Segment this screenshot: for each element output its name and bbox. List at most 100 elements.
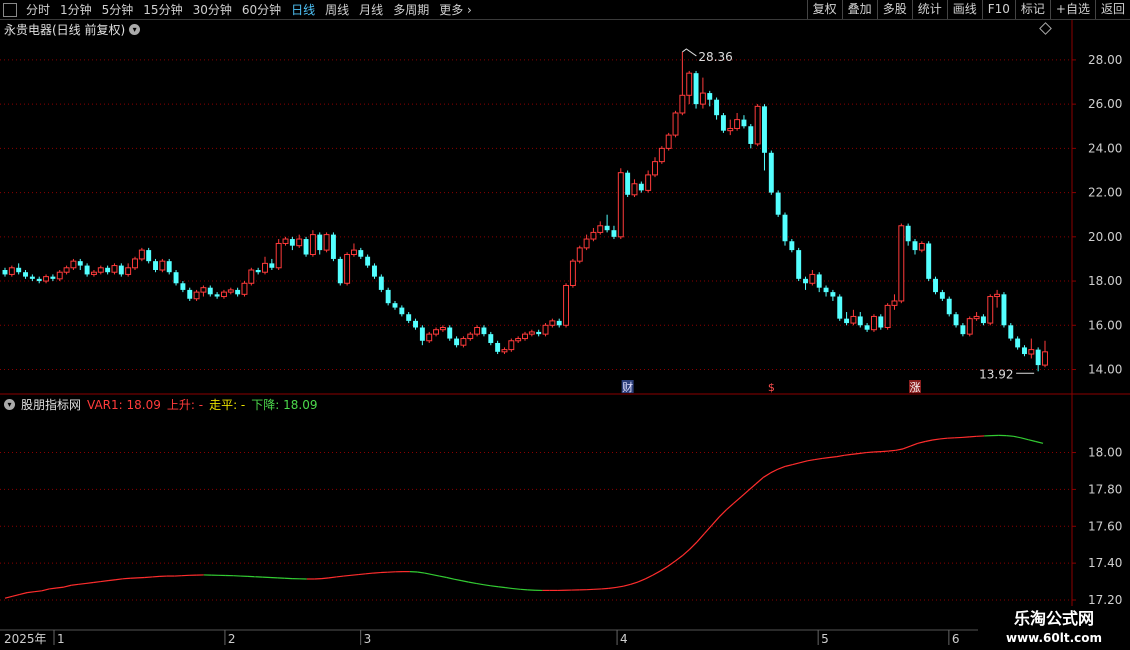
- period-more-label: 更多: [439, 3, 464, 17]
- candle-body: [912, 241, 918, 251]
- candle-body: [597, 225, 604, 233]
- var1-segment: [733, 496, 742, 504]
- candle-body: [495, 342, 501, 352]
- candle-body: [227, 289, 234, 293]
- candle-body: [323, 234, 330, 251]
- candle-body: [166, 261, 172, 273]
- back-button[interactable]: 返回: [1094, 0, 1130, 19]
- candle-body: [699, 92, 706, 105]
- var1-segment: [902, 445, 911, 450]
- period-1min[interactable]: 1分钟: [55, 1, 97, 18]
- adjust-button[interactable]: 复权: [806, 0, 842, 19]
- var1-segment: [755, 476, 764, 485]
- candle-body: [146, 250, 152, 262]
- var1-segment: [468, 581, 477, 585]
- candle-body: [235, 289, 241, 295]
- var1-segment: [718, 509, 727, 518]
- candle-body: [803, 278, 808, 284]
- candle-body: [994, 293, 1001, 298]
- candle-body: [454, 338, 460, 346]
- price-tick-label: 22.00: [1088, 186, 1122, 200]
- period-5min[interactable]: 5分钟: [97, 1, 139, 18]
- candle-body: [358, 250, 364, 257]
- candle-body: [884, 304, 891, 328]
- period-weekly[interactable]: 周线: [320, 1, 354, 18]
- indicator-up: 上升: -: [166, 398, 204, 412]
- chevron-right-icon: ›: [467, 3, 472, 17]
- event-marker-bg: [621, 380, 634, 393]
- var1-segment: [703, 524, 713, 535]
- var1-segment: [122, 577, 131, 580]
- var1-segment: [711, 516, 720, 526]
- var1-segment: [4, 595, 13, 599]
- var1-segment: [623, 583, 631, 587]
- candle-body: [460, 338, 467, 346]
- candle-body: [796, 250, 802, 279]
- period-30min[interactable]: 30分钟: [188, 1, 237, 18]
- period-more[interactable]: 更多 ›: [434, 1, 477, 18]
- candle-body: [138, 249, 145, 260]
- period-toolbar: 分时 1分钟 5分钟 15分钟 30分钟 60分钟 日线 周线 月线 多周期 更…: [0, 0, 1130, 20]
- candle-body: [77, 261, 83, 266]
- var1-segment: [1028, 439, 1036, 443]
- statistics-button[interactable]: 统计: [911, 0, 947, 19]
- candle-body: [317, 234, 323, 251]
- price-tick-label: 24.00: [1088, 141, 1122, 155]
- mark-button[interactable]: 标记: [1014, 0, 1050, 19]
- candle-body: [474, 327, 481, 335]
- high-label: 28.36: [698, 50, 732, 64]
- var1-segment: [829, 456, 837, 459]
- candle-body: [528, 331, 535, 335]
- candle-body: [939, 292, 945, 299]
- chart-svg[interactable]: 28.00 26.00 24.00 22.00 20.00 18.00 16.00 14.00…: [0, 0, 1130, 650]
- period-multi[interactable]: 多周期: [388, 1, 434, 18]
- var1-segment: [895, 448, 904, 451]
- candle-body: [50, 276, 56, 279]
- candle-body: [953, 314, 959, 326]
- var1-segment: [1006, 434, 1014, 437]
- chevron-down-icon[interactable]: ▾: [4, 399, 15, 410]
- candle-body: [857, 316, 863, 326]
- draw-line-button[interactable]: 画线: [946, 0, 982, 19]
- candle-body: [809, 273, 816, 284]
- candle-body: [536, 331, 542, 335]
- candle-body: [542, 324, 549, 335]
- candlestick-series: [2, 51, 1048, 372]
- candle-body: [481, 327, 487, 335]
- f10-button[interactable]: F10: [981, 0, 1015, 19]
- var1-segment: [792, 462, 801, 466]
- period-15min[interactable]: 15分钟: [138, 1, 187, 18]
- var1-segment: [520, 588, 528, 591]
- var1-segment: [49, 587, 57, 590]
- period-intraday[interactable]: 分时: [21, 1, 55, 18]
- var1-segment: [446, 576, 455, 580]
- var1-segment: [637, 578, 646, 583]
- overlay-button[interactable]: 叠加: [841, 0, 877, 19]
- candle-body: [926, 243, 932, 279]
- var1-segment: [483, 584, 491, 587]
- indicator-name[interactable]: 股朋指标网: [21, 396, 81, 413]
- candle-body: [576, 247, 583, 262]
- diamond-icon[interactable]: [1039, 22, 1052, 35]
- candle-body: [399, 307, 405, 315]
- chevron-down-icon[interactable]: ▾: [129, 24, 141, 35]
- menu-icon[interactable]: [3, 2, 17, 17]
- indicator-tick-label: 17.40: [1088, 556, 1122, 570]
- indicator-tick-label: 18.00: [1088, 446, 1122, 460]
- var1-segment: [93, 580, 101, 584]
- add-watchlist-button[interactable]: +自选: [1049, 0, 1095, 19]
- period-monthly[interactable]: 月线: [354, 1, 388, 18]
- period-daily[interactable]: 日线: [286, 1, 320, 18]
- candle-body: [344, 254, 351, 284]
- candle-body: [707, 93, 713, 100]
- candle-body: [672, 112, 679, 136]
- candle-body: [125, 267, 132, 275]
- candle-body: [625, 172, 631, 195]
- multi-stock-button[interactable]: 多股: [876, 0, 912, 19]
- candle-body: [406, 314, 412, 321]
- candle-body: [720, 115, 726, 131]
- candle-body: [248, 269, 255, 284]
- event-marker: 涨: [910, 381, 921, 394]
- candle-body: [29, 276, 35, 279]
- period-60min[interactable]: 60分钟: [237, 1, 286, 18]
